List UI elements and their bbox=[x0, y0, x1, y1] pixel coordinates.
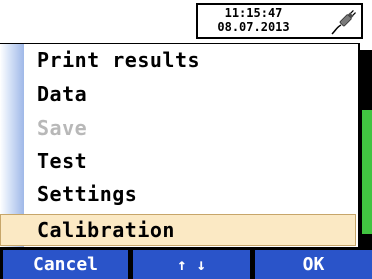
cancel-label: Cancel bbox=[32, 254, 99, 275]
ok-label: OK bbox=[302, 254, 325, 275]
status-bar: 11:15:47 08.07.2013 bbox=[0, 0, 372, 43]
menu-item-label: Test bbox=[37, 149, 88, 173]
menu-item-test[interactable]: Test bbox=[0, 145, 356, 177]
time-label: 11:15:47 bbox=[224, 6, 283, 20]
navigate-up-down-button[interactable]: ↑ ↓ bbox=[133, 250, 250, 279]
menu-item-label: Calibration bbox=[37, 218, 175, 242]
menu-item-data[interactable]: Data bbox=[0, 78, 356, 110]
ok-button[interactable]: OK bbox=[255, 250, 372, 279]
status-box: 11:15:47 08.07.2013 bbox=[196, 3, 363, 39]
menu-item-label: Print results bbox=[37, 48, 201, 72]
softkey-bar: Cancel ↑ ↓ OK bbox=[0, 247, 372, 279]
cancel-button[interactable]: Cancel bbox=[3, 250, 128, 279]
side-indicator bbox=[362, 110, 372, 234]
date-label: 08.07.2013 bbox=[217, 20, 290, 34]
up-down-arrows-icon: ↑ ↓ bbox=[177, 255, 206, 274]
menu-item-label: Data bbox=[37, 82, 88, 106]
menu-item-label: Settings bbox=[37, 182, 138, 206]
menu-item-settings[interactable]: Settings bbox=[0, 178, 356, 210]
clock: 11:15:47 08.07.2013 bbox=[201, 6, 306, 34]
main-menu: Print results Data Save Test Settings Ca… bbox=[0, 43, 360, 247]
menu-item-print-results[interactable]: Print results bbox=[0, 44, 356, 76]
menu-item-save[interactable]: Save bbox=[0, 112, 356, 144]
menu-item-calibration[interactable]: Calibration bbox=[0, 214, 356, 246]
menu-item-label: Save bbox=[37, 116, 88, 140]
plug-icon bbox=[331, 10, 356, 35]
